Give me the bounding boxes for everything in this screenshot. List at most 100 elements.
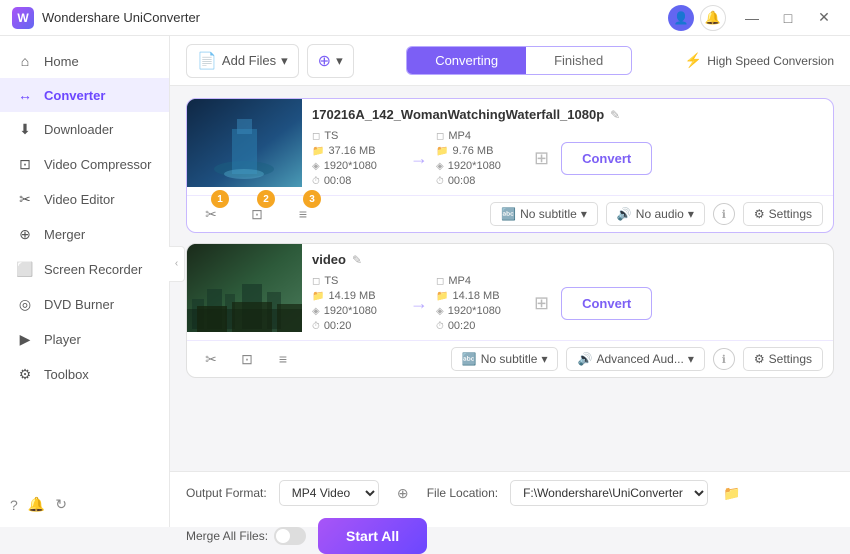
- source-format-2: ◻ TS: [312, 275, 402, 287]
- file-card-top-2: video ✎ ◻ TS 📁 14.19: [187, 244, 833, 340]
- output-settings-icon-1[interactable]: ⊞: [534, 148, 549, 169]
- help-icon[interactable]: ?: [10, 497, 18, 513]
- source-size-1: 📁 37.16 MB: [312, 145, 402, 157]
- t-res-icon: ◈: [436, 161, 444, 172]
- info-icon-1[interactable]: ℹ: [713, 203, 735, 225]
- bell-icon[interactable]: 🔔: [700, 5, 726, 31]
- subtitle-icon-1: 🔤: [501, 207, 516, 221]
- audio-chevron-2: ▾: [688, 352, 694, 366]
- target-duration-1: ⏱ 00:08: [436, 175, 526, 187]
- subtitle-chevron-2: ▾: [541, 352, 547, 366]
- file-edit-icon-2[interactable]: ✎: [352, 253, 362, 267]
- source-format-1: ◻ TS: [312, 130, 402, 142]
- audio-dropdown-2[interactable]: 🔊 Advanced Aud... ▾: [566, 347, 704, 371]
- screen-recorder-icon: ⬜: [16, 261, 34, 278]
- settings-gear-icon-1: ⚙: [754, 207, 765, 221]
- merge-label: Merge All Files:: [186, 529, 268, 543]
- source-meta-2: ◻ TS 📁 14.19 MB ◈ 1920*1080: [312, 275, 402, 332]
- output-format-icon[interactable]: ⊕: [391, 481, 415, 505]
- convert-button-2[interactable]: Convert: [561, 287, 652, 320]
- user-icon[interactable]: 👤: [668, 5, 694, 31]
- second-tb-icon: ⊕: [318, 51, 331, 71]
- file-title-1: 170216A_142_WomanWatchingWaterfall_1080p…: [312, 107, 823, 122]
- t-format-icon: ◻: [436, 131, 444, 142]
- subtitle-dropdown-2[interactable]: 🔤 No subtitle ▾: [451, 347, 559, 371]
- info-icon-2[interactable]: ℹ: [713, 348, 735, 370]
- t-dur-icon: ⏱: [436, 176, 444, 187]
- sidebar-item-downloader[interactable]: ⬇ Downloader: [0, 112, 169, 147]
- audio-icon-1: 🔊: [617, 207, 632, 221]
- add-files-button[interactable]: 📄 Add Files ▾: [186, 44, 299, 78]
- app-title: Wondershare UniConverter: [42, 10, 668, 25]
- cut-icon-2[interactable]: ✂: [197, 347, 225, 371]
- sidebar-item-video-editor[interactable]: ✂ Video Editor: [0, 182, 169, 217]
- sidebar-item-screen-recorder[interactable]: ⬜ Screen Recorder: [0, 252, 169, 287]
- convert-arrow-icon-2: →: [410, 293, 428, 314]
- app-logo: W: [12, 7, 34, 29]
- start-all-button[interactable]: Start All: [318, 518, 427, 554]
- video-editor-icon: ✂: [16, 191, 34, 208]
- refresh-icon[interactable]: ↻: [55, 496, 67, 513]
- convert-button-1[interactable]: Convert: [561, 142, 652, 175]
- sidebar-item-toolbox[interactable]: ⚙ Toolbox: [0, 357, 169, 392]
- maximize-button[interactable]: □: [774, 4, 802, 32]
- minimize-button[interactable]: —: [738, 4, 766, 32]
- settings-icon-area-1: ⊞: [534, 148, 549, 169]
- audio-dropdown-1[interactable]: 🔊 No audio ▾: [606, 202, 705, 226]
- target-resolution-1: ◈ 1920*1080: [436, 160, 526, 172]
- file-edit-icon-1[interactable]: ✎: [610, 108, 620, 122]
- source-resolution-1: ◈ 1920*1080: [312, 160, 402, 172]
- sidebar-item-merger[interactable]: ⊕ Merger: [0, 217, 169, 252]
- file-meta-1: ◻ TS 📁 37.16 MB ◈ 1920*1080: [312, 130, 823, 187]
- file-location-label: File Location:: [427, 486, 498, 500]
- high-speed-conversion-button[interactable]: ⚡ High Speed Conversion: [685, 52, 834, 69]
- target-resolution-2: ◈ 1920*1080: [436, 305, 526, 317]
- sidebar-item-label: Downloader: [44, 122, 113, 137]
- target-duration-2: ⏱ 00:20: [436, 320, 526, 332]
- sidebar-footer: ? 🔔 ↻: [0, 490, 169, 519]
- file-location-browse-icon[interactable]: 📁: [720, 481, 744, 505]
- second-toolbar-button[interactable]: ⊕ ▾: [307, 44, 354, 78]
- convert-arrow-icon-1: →: [410, 148, 428, 169]
- subtitle-dropdown-1[interactable]: 🔤 No subtitle ▾: [490, 202, 598, 226]
- sidebar-item-video-compressor[interactable]: ⊡ Video Compressor: [0, 147, 169, 182]
- video-compressor-icon: ⊡: [16, 156, 34, 173]
- content-area: 📄 Add Files ▾ ⊕ ▾ Converting Finished ⚡ …: [170, 36, 850, 527]
- sidebar-item-player[interactable]: ▶ Player: [0, 322, 169, 357]
- file-title-2: video ✎: [312, 252, 823, 267]
- file-location-select[interactable]: F:\Wondershare\UniConverter: [510, 480, 708, 506]
- settings-button-2[interactable]: ⚙ Settings: [743, 347, 823, 371]
- tab-finished[interactable]: Finished: [526, 47, 631, 74]
- sidebar-item-label: Converter: [44, 88, 105, 103]
- format-icon: ◻: [312, 131, 320, 142]
- output-format-select[interactable]: MP4 Video: [279, 480, 379, 506]
- merge-toggle[interactable]: [274, 527, 306, 545]
- size-icon: 📁: [312, 146, 324, 157]
- sidebar-item-home[interactable]: ⌂ Home: [0, 44, 169, 78]
- sidebar-toggle[interactable]: ‹: [169, 246, 185, 282]
- output-settings-icon-2[interactable]: ⊞: [534, 293, 549, 314]
- sidebar-footer-icons: ? 🔔 ↻: [0, 490, 169, 519]
- effects-icon-2[interactable]: ≡: [269, 347, 297, 371]
- close-button[interactable]: ✕: [810, 4, 838, 32]
- add-files-dropdown-icon: ▾: [281, 53, 288, 69]
- settings-button-1[interactable]: ⚙ Settings: [743, 202, 823, 226]
- crop-icon-2[interactable]: ⊡: [233, 347, 261, 371]
- sidebar-item-converter[interactable]: ↔ Converter: [0, 78, 169, 112]
- effects-badge-1: 3: [303, 190, 321, 208]
- arrow-1: →: [402, 148, 436, 169]
- toolbox-icon: ⚙: [16, 366, 34, 383]
- target-meta-2: ◻ MP4 📁 14.18 MB ◈ 1920*1080: [436, 275, 526, 332]
- source-duration-1: ⏱ 00:08: [312, 175, 402, 187]
- tab-group: Converting Finished: [406, 46, 632, 75]
- subtitle-chevron-1: ▾: [581, 207, 587, 221]
- merge-all-files-row: Merge All Files:: [186, 527, 306, 545]
- tab-converting[interactable]: Converting: [407, 47, 526, 74]
- sidebar-item-dvd-burner[interactable]: ◎ DVD Burner: [0, 287, 169, 322]
- merger-icon: ⊕: [16, 226, 34, 243]
- t-size-icon: 📁: [436, 146, 448, 157]
- source-resolution-2: ◈ 1920*1080: [312, 305, 402, 317]
- notification-icon[interactable]: 🔔: [28, 496, 45, 513]
- file-meta-2: ◻ TS 📁 14.19 MB ◈ 1920*1080: [312, 275, 823, 332]
- sidebar-item-label: Video Editor: [44, 192, 115, 207]
